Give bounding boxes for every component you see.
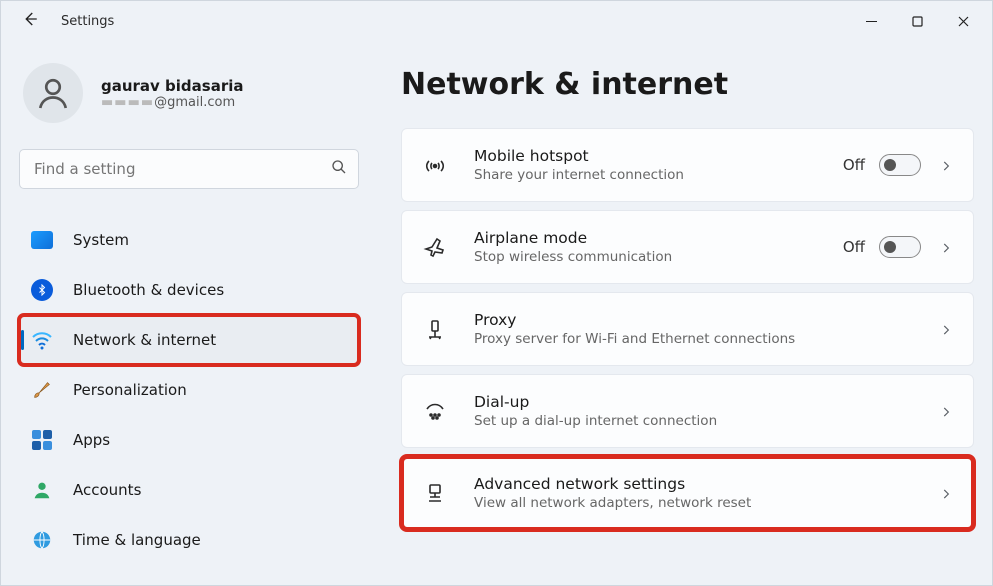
search-icon [331, 159, 347, 179]
sidebar-item-apps[interactable]: Apps [19, 415, 359, 465]
card-dialup[interactable]: Dial-upSet up a dial-up internet connect… [401, 374, 974, 448]
sidebar-item-network[interactable]: Network & internet [19, 315, 359, 365]
dialup-icon [422, 398, 448, 424]
hotspot-status: Off [843, 156, 865, 174]
apps-icon [29, 427, 55, 453]
chevron-right-icon [939, 322, 953, 336]
sidebar-item-accounts[interactable]: Accounts [19, 465, 359, 515]
bluetooth-icon [29, 277, 55, 303]
wifi-icon [29, 327, 55, 353]
chevron-right-icon [939, 404, 953, 418]
window-title: Settings [61, 14, 114, 29]
page-title: Network & internet [401, 67, 974, 102]
sidebar-item-system[interactable]: System [19, 215, 359, 265]
main-content: Network & internet Mobile hotspotShare y… [371, 41, 992, 585]
advanced-network-icon [422, 480, 448, 506]
user-profile[interactable]: gaurav bidasaria ▬▬▬▬@gmail.com [19, 63, 371, 123]
card-proxy[interactable]: ProxyProxy server for Wi-Fi and Ethernet… [401, 292, 974, 366]
user-name: gaurav bidasaria [101, 77, 244, 95]
proxy-icon [422, 316, 448, 342]
chevron-right-icon [939, 158, 953, 172]
card-advanced-network[interactable]: Advanced network settingsView all networ… [401, 456, 974, 530]
brush-icon [29, 377, 55, 403]
sidebar-item-time[interactable]: Time & language [19, 515, 359, 565]
chevron-right-icon [939, 240, 953, 254]
hotspot-toggle[interactable] [879, 154, 921, 176]
titlebar: Settings [1, 1, 992, 41]
sidebar-item-bluetooth[interactable]: Bluetooth & devices [19, 265, 359, 315]
hotspot-icon [422, 152, 448, 178]
system-icon [29, 227, 55, 253]
accounts-icon [29, 477, 55, 503]
search-box[interactable] [19, 149, 359, 189]
sidebar-item-personalization[interactable]: Personalization [19, 365, 359, 415]
chevron-right-icon [939, 486, 953, 500]
minimize-button[interactable] [848, 5, 894, 37]
user-email: ▬▬▬▬@gmail.com [101, 95, 244, 110]
airplane-icon [422, 234, 448, 260]
search-input[interactable] [19, 149, 359, 189]
close-button[interactable] [940, 5, 986, 37]
airplane-status: Off [843, 238, 865, 256]
maximize-button[interactable] [894, 5, 940, 37]
back-icon[interactable] [21, 10, 39, 32]
card-mobile-hotspot[interactable]: Mobile hotspotShare your internet connec… [401, 128, 974, 202]
airplane-toggle[interactable] [879, 236, 921, 258]
card-airplane-mode[interactable]: Airplane modeStop wireless communication… [401, 210, 974, 284]
sidebar: gaurav bidasaria ▬▬▬▬@gmail.com System B… [1, 41, 371, 585]
globe-icon [29, 527, 55, 553]
avatar [23, 63, 83, 123]
